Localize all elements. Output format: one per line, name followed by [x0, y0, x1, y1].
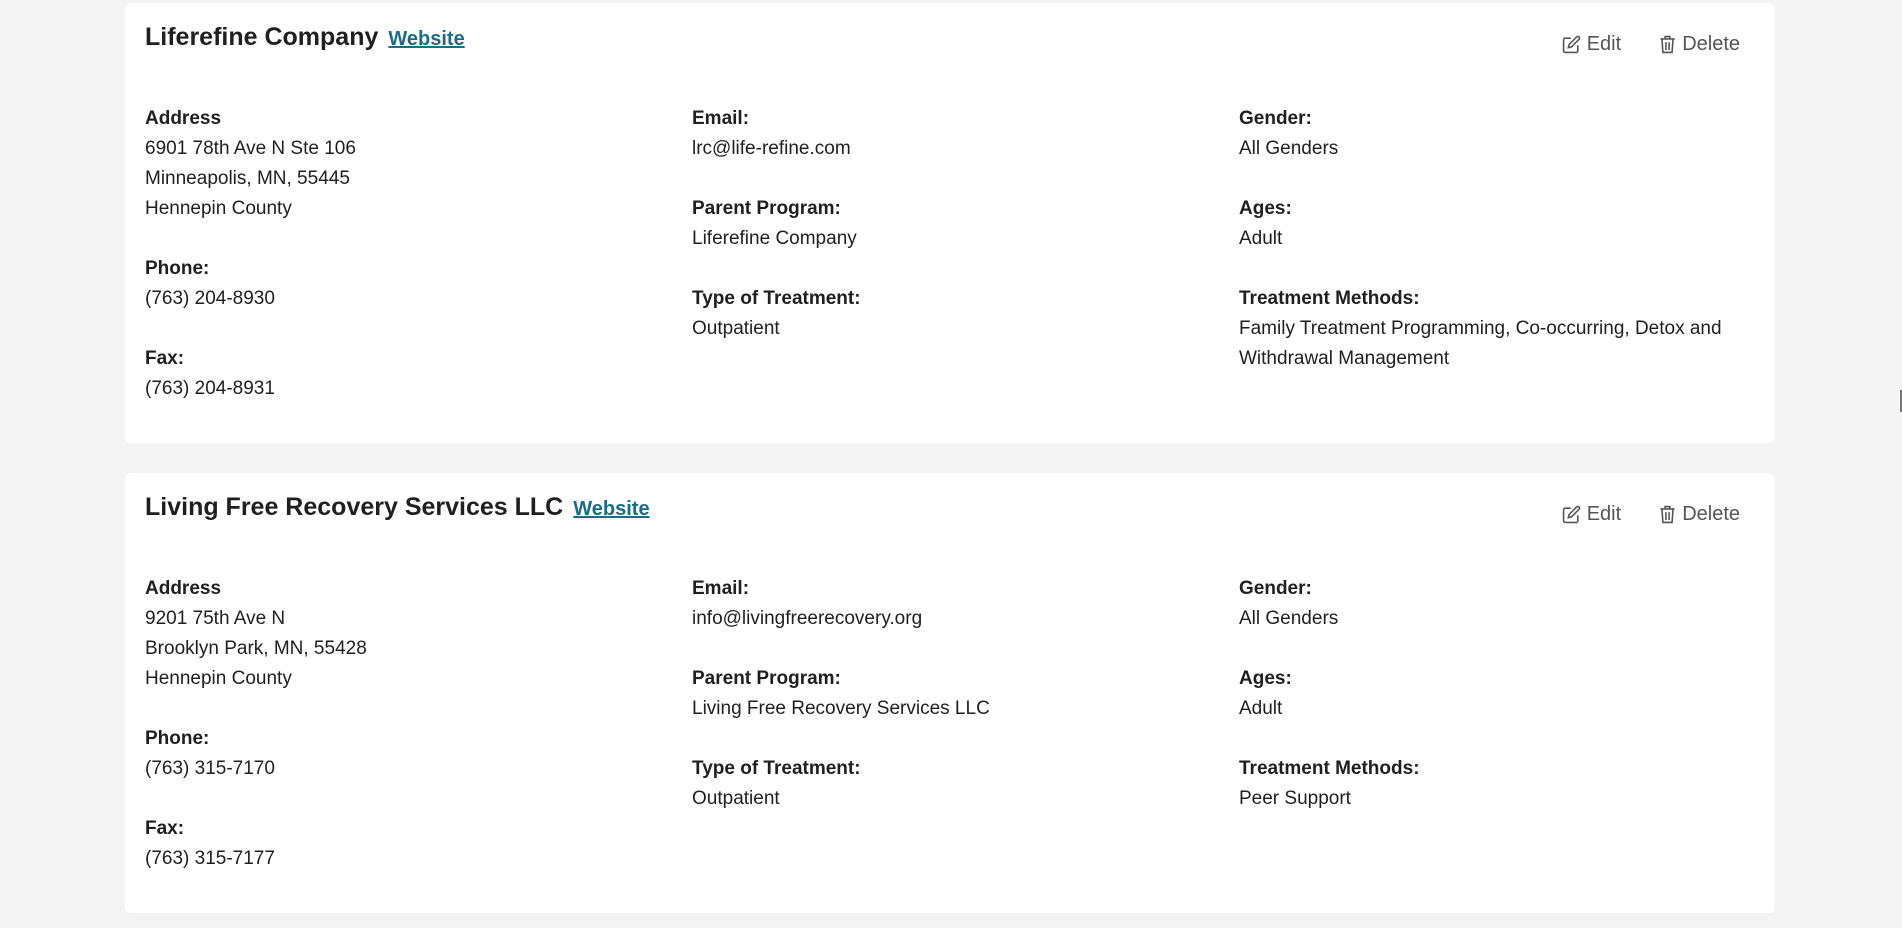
gender-label: Gender:	[1239, 578, 1312, 599]
parent-program-field: Parent Program: Liferefine Company	[692, 194, 1239, 254]
parent-program-field: Parent Program: Living Free Recovery Ser…	[692, 664, 1239, 724]
ages-value: Adult	[1239, 698, 1283, 719]
website-link[interactable]: Website	[388, 28, 464, 51]
ages-label: Ages:	[1239, 668, 1292, 689]
parent-program-label: Parent Program:	[692, 668, 841, 689]
email-label: Email:	[692, 108, 750, 129]
card-header: Living Free Recovery Services LLC Websit…	[145, 493, 650, 522]
fax-field: Fax: (763) 204-8931	[145, 344, 692, 404]
fax-label: Fax:	[145, 348, 185, 369]
provider-card: Liferefine Company Website Edit Delete A…	[125, 3, 1775, 443]
email-field: Email: lrc@life-refine.com	[692, 104, 1239, 164]
address-line1: 6901 78th Ave N Ste 106	[145, 138, 356, 159]
fax-value: (763) 204-8931	[145, 378, 275, 399]
address-field: Address 9201 75th Ave N Brooklyn Park, M…	[145, 574, 692, 694]
provider-card: Living Free Recovery Services LLC Websit…	[125, 473, 1775, 913]
county: Hennepin County	[145, 198, 292, 219]
treatment-methods-label: Treatment Methods:	[1239, 288, 1420, 309]
gender-field: Gender: All Genders	[1239, 104, 1765, 164]
fax-label: Fax:	[145, 818, 185, 839]
edit-icon	[1562, 505, 1581, 524]
ages-field: Ages: Adult	[1239, 194, 1765, 254]
delete-button[interactable]: Delete	[1659, 503, 1740, 526]
edit-label: Edit	[1586, 33, 1622, 55]
address-label: Address	[145, 578, 222, 599]
delete-label: Delete	[1682, 33, 1740, 55]
address-line1: 9201 75th Ave N	[145, 608, 286, 629]
eligibility-column: Gender: All Genders Ages: Adult Treatmen…	[1239, 104, 1765, 434]
card-header: Liferefine Company Website	[145, 23, 465, 52]
email-field: Email: info@livingfreerecovery.org	[692, 574, 1239, 634]
eligibility-column: Gender: All Genders Ages: Adult Treatmen…	[1239, 574, 1765, 904]
delete-label: Delete	[1682, 503, 1740, 525]
ages-label: Ages:	[1239, 198, 1292, 219]
program-column: Email: lrc@life-refine.com Parent Progra…	[692, 104, 1239, 434]
phone-field: Phone: (763) 315-7170	[145, 724, 692, 784]
card-actions: Edit Delete	[1562, 503, 1740, 526]
fax-value: (763) 315-7177	[145, 848, 275, 869]
treatment-methods-label: Treatment Methods:	[1239, 758, 1420, 779]
treatment-type-field: Type of Treatment: Outpatient	[692, 284, 1239, 344]
contact-column: Address 6901 78th Ave N Ste 106 Minneapo…	[145, 104, 692, 434]
fax-field: Fax: (763) 315-7177	[145, 814, 692, 874]
county: Hennepin County	[145, 668, 292, 689]
provider-name: Liferefine Company	[145, 23, 379, 51]
address-line2: Brooklyn Park, MN, 55428	[145, 638, 367, 659]
treatment-type-field: Type of Treatment: Outpatient	[692, 754, 1239, 814]
gender-value: All Genders	[1239, 138, 1339, 159]
treatment-methods-value: Peer Support	[1239, 788, 1351, 809]
card-details: Address 9201 75th Ave N Brooklyn Park, M…	[145, 574, 1765, 904]
phone-value: (763) 204-8930	[145, 288, 275, 309]
treatment-methods-field: Treatment Methods: Family Treatment Prog…	[1239, 284, 1765, 374]
gender-label: Gender:	[1239, 108, 1312, 129]
email-value: info@livingfreerecovery.org	[692, 608, 923, 629]
ages-field: Ages: Adult	[1239, 664, 1765, 724]
parent-program-value: Liferefine Company	[692, 228, 857, 249]
treatment-methods-value: Family Treatment Programming, Co-occurri…	[1239, 318, 1722, 369]
edit-icon	[1562, 35, 1581, 54]
parent-program-label: Parent Program:	[692, 198, 841, 219]
treatment-type-label: Type of Treatment:	[692, 288, 861, 309]
edit-label: Edit	[1586, 503, 1622, 525]
program-column: Email: info@livingfreerecovery.org Paren…	[692, 574, 1239, 904]
trash-icon	[1659, 505, 1676, 524]
phone-label: Phone:	[145, 258, 210, 279]
edit-button[interactable]: Edit	[1562, 33, 1621, 56]
phone-field: Phone: (763) 204-8930	[145, 254, 692, 314]
gender-field: Gender: All Genders	[1239, 574, 1765, 634]
phone-label: Phone:	[145, 728, 210, 749]
treatment-type-value: Outpatient	[692, 788, 780, 809]
ages-value: Adult	[1239, 228, 1283, 249]
address-line2: Minneapolis, MN, 55445	[145, 168, 350, 189]
contact-column: Address 9201 75th Ave N Brooklyn Park, M…	[145, 574, 692, 904]
email-value: lrc@life-refine.com	[692, 138, 851, 159]
email-label: Email:	[692, 578, 750, 599]
parent-program-value: Living Free Recovery Services LLC	[692, 698, 990, 719]
address-label: Address	[145, 108, 222, 129]
card-details: Address 6901 78th Ave N Ste 106 Minneapo…	[145, 104, 1765, 434]
treatment-type-label: Type of Treatment:	[692, 758, 861, 779]
edit-button[interactable]: Edit	[1562, 503, 1621, 526]
gender-value: All Genders	[1239, 608, 1339, 629]
phone-value: (763) 315-7170	[145, 758, 275, 779]
trash-icon	[1659, 35, 1676, 54]
treatment-type-value: Outpatient	[692, 318, 780, 339]
card-actions: Edit Delete	[1562, 33, 1740, 56]
delete-button[interactable]: Delete	[1659, 33, 1740, 56]
website-link[interactable]: Website	[573, 498, 649, 521]
address-field: Address 6901 78th Ave N Ste 106 Minneapo…	[145, 104, 692, 224]
treatment-methods-field: Treatment Methods: Peer Support	[1239, 754, 1765, 814]
provider-name: Living Free Recovery Services LLC	[145, 493, 564, 521]
